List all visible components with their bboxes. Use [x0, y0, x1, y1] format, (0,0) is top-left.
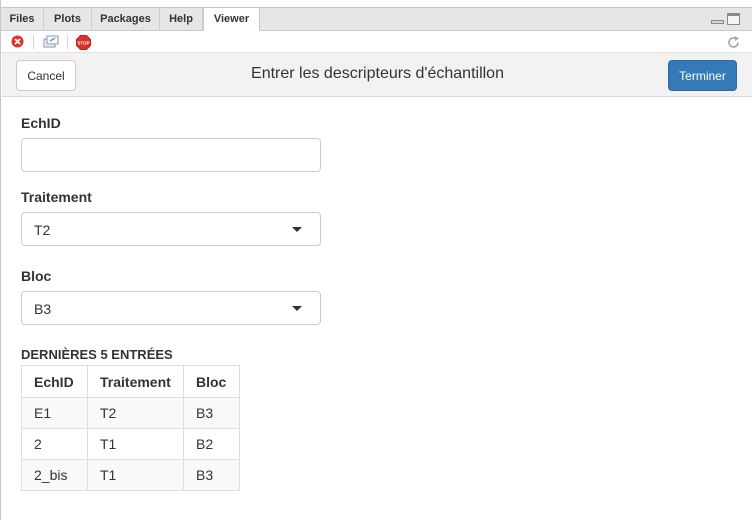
- viewer-toolbar: STOP: [1, 31, 752, 53]
- traitement-select[interactable]: T2: [21, 212, 321, 246]
- clear-all-icon[interactable]: [11, 35, 24, 48]
- bloc-select[interactable]: B3: [21, 291, 321, 325]
- column-header: Traitement: [87, 365, 184, 398]
- table-header-row: EchID Traitement Bloc: [21, 365, 240, 398]
- minimize-pane-icon[interactable]: [711, 20, 724, 24]
- table-cell: T1: [87, 459, 184, 491]
- recent-entries-table: EchID Traitement Bloc E1 T2 B3 2 T1 B2 2…: [21, 365, 240, 491]
- column-header: Bloc: [183, 365, 240, 398]
- bloc-label: Bloc: [21, 268, 52, 284]
- chevron-down-icon: [292, 227, 302, 232]
- table-cell: T2: [87, 397, 184, 429]
- table-row: 2_bis T1 B3: [21, 459, 240, 491]
- pane-tab-bar: Files Plots Packages Help Viewer: [1, 7, 752, 32]
- svg-text:STOP: STOP: [77, 41, 89, 46]
- traitement-label: Traitement: [21, 189, 92, 205]
- window-controls: [711, 13, 741, 27]
- table-cell: B2: [183, 428, 240, 460]
- table-cell: 2_bis: [21, 459, 88, 491]
- gadget-title-bar: Cancel Entrer les descripteurs d'échanti…: [2, 53, 752, 97]
- table-cell: T1: [87, 428, 184, 460]
- table-cell: E1: [21, 397, 88, 429]
- tab-files[interactable]: Files: [1, 8, 44, 31]
- tab-viewer[interactable]: Viewer: [203, 8, 260, 32]
- bloc-selected-value: B3: [34, 301, 52, 317]
- toolbar-separator: [33, 35, 34, 49]
- gadget-title: Entrer les descripteurs d'échantillon: [251, 65, 504, 82]
- maximize-pane-icon[interactable]: [727, 13, 740, 25]
- tab-help[interactable]: Help: [160, 8, 203, 31]
- table-row: 2 T1 B2: [21, 428, 240, 460]
- viewer-pane: Files Plots Packages Help Viewer STOP Ca…: [0, 0, 752, 520]
- chevron-down-icon: [292, 306, 302, 311]
- export-icon[interactable]: [43, 35, 59, 49]
- traitement-selected-value: T2: [34, 222, 51, 238]
- recent-entries-title: DERNIÈRES 5 ENTRÉES: [21, 347, 173, 362]
- column-header: EchID: [21, 365, 88, 398]
- tab-plots[interactable]: Plots: [44, 8, 92, 31]
- table-cell: B3: [183, 397, 240, 429]
- echid-input[interactable]: [21, 138, 321, 172]
- stop-icon[interactable]: STOP: [76, 35, 91, 50]
- table-cell: 2: [21, 428, 88, 460]
- table-cell: B3: [183, 459, 240, 491]
- table-row: E1 T2 B3: [21, 397, 240, 429]
- tab-packages[interactable]: Packages: [92, 8, 160, 31]
- refresh-icon[interactable]: [726, 35, 741, 50]
- cancel-button[interactable]: Cancel: [16, 60, 76, 91]
- echid-label: EchID: [21, 115, 61, 131]
- toolbar-separator: [67, 35, 68, 49]
- done-button[interactable]: Terminer: [668, 60, 737, 91]
